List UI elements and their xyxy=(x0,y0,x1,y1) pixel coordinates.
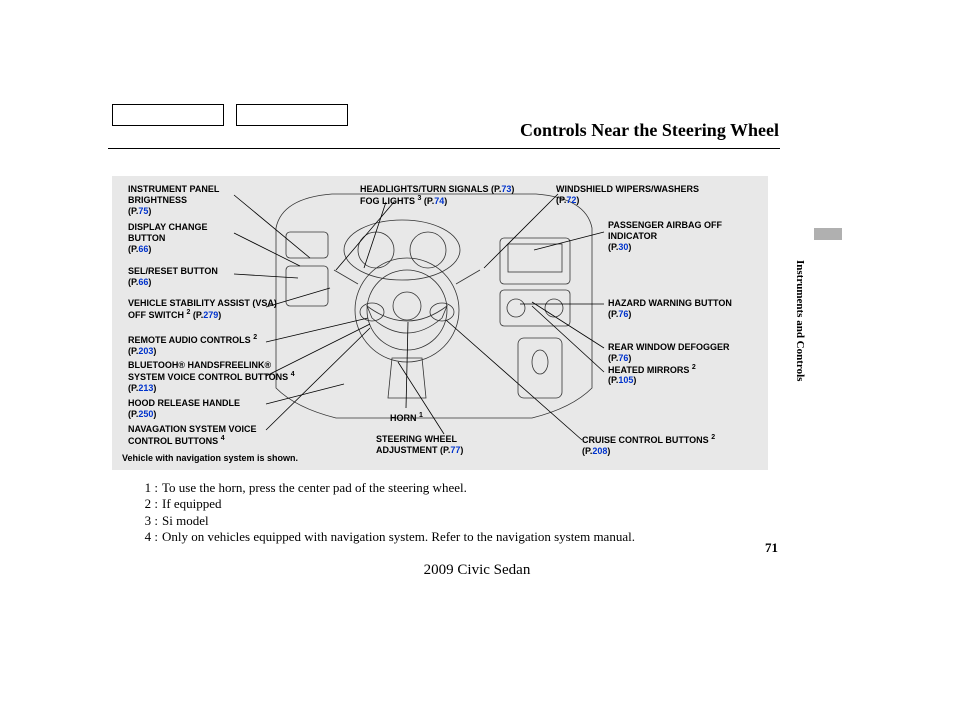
callout-label: HOOD RELEASE HANDLE xyxy=(128,398,240,408)
page-ref[interactable]: 208 xyxy=(592,446,607,456)
callout-label: FOG LIGHTS xyxy=(360,196,415,206)
callout-headlights-foglights: HEADLIGHTS/TURN SIGNALS (P.73) FOG LIGHT… xyxy=(360,184,550,207)
callout-wipers-washers: WINDSHIELD WIPERS/WASHERS (P.72) xyxy=(556,184,736,206)
callout-hood-release-handle: HOOD RELEASE HANDLE (P.250) xyxy=(128,398,278,420)
header-box-2 xyxy=(236,104,348,126)
footnote-num: 3 xyxy=(145,513,152,528)
callout-steering-wheel-adjustment: STEERING WHEEL ADJUSTMENT (P.77) xyxy=(376,434,516,456)
dashboard-svg xyxy=(272,188,596,432)
page-ref[interactable]: 77 xyxy=(450,445,460,455)
callout-sup: 4 xyxy=(291,371,295,378)
title-rule xyxy=(108,148,780,149)
header-empty-boxes xyxy=(112,104,348,126)
page-number: 71 xyxy=(765,540,778,556)
callout-label: HEATED MIRRORS xyxy=(608,365,689,375)
callout-sup: 2 xyxy=(692,364,696,371)
callout-label: HORN xyxy=(390,413,417,423)
section-tab-label: Instruments and Controls xyxy=(794,260,806,381)
page-ref[interactable]: 73 xyxy=(501,184,511,194)
callout-sup: 1 xyxy=(419,412,423,419)
callout-label: SEL/RESET BUTTON xyxy=(128,266,218,276)
footnote-text: Si model xyxy=(162,513,209,529)
callout-label: DISPLAY CHANGE BUTTON xyxy=(128,222,208,243)
callout-sup: 2 xyxy=(253,334,257,341)
page-ref[interactable]: 76 xyxy=(618,309,628,319)
page-ref[interactable]: 76 xyxy=(618,353,628,363)
footnote-3: 3 : Si model xyxy=(136,513,635,529)
diagram-panel: INSTRUMENT PANEL BRIGHTNESS (P.75) DISPL… xyxy=(112,176,768,470)
footnote-1: 1 : To use the horn, press the center pa… xyxy=(136,480,635,496)
footnote-num: 1 xyxy=(145,480,152,495)
callout-remote-audio-controls: REMOTE AUDIO CONTROLS 2 (P.203) xyxy=(128,334,278,357)
page-title: Controls Near the Steering Wheel xyxy=(520,120,779,141)
page-ref[interactable]: 213 xyxy=(138,383,153,393)
callout-label: PASSENGER AIRBAG OFF INDICATOR xyxy=(608,220,722,241)
footnote-num: 4 xyxy=(145,529,152,544)
callout-hazard-warning-button: HAZARD WARNING BUTTON (P.76) xyxy=(608,298,768,320)
callout-cruise-control-buttons: CRUISE CONTROL BUTTONS 2 (P.208) xyxy=(582,434,752,457)
callout-sup: 2 xyxy=(711,434,715,441)
footnote-4: 4 : Only on vehicles equipped with navig… xyxy=(136,529,635,545)
callout-sel-reset-button: SEL/RESET BUTTON (P.66) xyxy=(128,266,238,288)
footnote-2: 2 : If equipped xyxy=(136,496,635,512)
callout-label: REMOTE AUDIO CONTROLS xyxy=(128,335,251,345)
page-ref[interactable]: 203 xyxy=(138,346,153,356)
page-ref[interactable]: 30 xyxy=(618,242,628,252)
callout-label: HEADLIGHTS/TURN SIGNALS xyxy=(360,184,489,194)
callout-label: STEERING WHEEL ADJUSTMENT xyxy=(376,434,457,455)
callout-label: BLUETOOH® HANDSFREELINK® SYSTEM VOICE CO… xyxy=(128,360,288,382)
callout-label: WINDSHIELD WIPERS/WASHERS xyxy=(556,184,699,194)
callout-sup: 3 xyxy=(418,195,422,202)
header-box-1 xyxy=(112,104,224,126)
callout-display-change-button: DISPLAY CHANGE BUTTON (P.66) xyxy=(128,222,238,254)
callout-sup: 4 xyxy=(221,435,225,442)
page-ref[interactable]: 250 xyxy=(138,409,153,419)
page-ref[interactable]: 72 xyxy=(566,195,576,205)
page-ref[interactable]: 74 xyxy=(434,196,444,206)
diagram-note: Vehicle with navigation system is shown. xyxy=(122,453,298,463)
footnotes: 1 : To use the horn, press the center pa… xyxy=(136,480,635,545)
footnote-num: 2 xyxy=(145,496,152,511)
model-line: 2009 Civic Sedan xyxy=(0,562,954,579)
callout-label: REAR WINDOW DEFOGGER xyxy=(608,342,730,352)
callout-passenger-airbag-off: PASSENGER AIRBAG OFF INDICATOR (P.30) xyxy=(608,220,758,252)
callout-bluetooth-hfl-buttons: BLUETOOH® HANDSFREELINK® SYSTEM VOICE CO… xyxy=(128,360,296,393)
footnote-text: If equipped xyxy=(162,496,222,512)
page-ref[interactable]: 75 xyxy=(138,206,148,216)
callout-nav-voice-buttons: NAVAGATION SYSTEM VOICE CONTROL BUTTONS … xyxy=(128,424,288,447)
callout-label: INSTRUMENT PANEL BRIGHTNESS xyxy=(128,184,219,205)
callout-rear-defogger-heated-mirrors: REAR WINDOW DEFOGGER (P.76) HEATED MIRRO… xyxy=(608,342,768,386)
footnote-text: To use the horn, press the center pad of… xyxy=(162,480,467,496)
page-ref[interactable]: 105 xyxy=(618,375,633,385)
footnote-text: Only on vehicles equipped with navigatio… xyxy=(162,529,635,545)
callout-label: NAVAGATION SYSTEM VOICE CONTROL BUTTONS xyxy=(128,424,257,446)
dashboard-illustration xyxy=(272,188,596,432)
callout-horn: HORN 1 xyxy=(390,412,423,424)
callout-label: HAZARD WARNING BUTTON xyxy=(608,298,732,308)
callout-vsa-off-switch: VEHICLE STABILITY ASSIST (VSA) OFF SWITC… xyxy=(128,298,278,321)
callout-instrument-panel-brightness: INSTRUMENT PANEL BRIGHTNESS (P.75) xyxy=(128,184,254,216)
callout-sup: 2 xyxy=(187,309,191,316)
page-ref[interactable]: 279 xyxy=(203,310,218,320)
page-ref[interactable]: 66 xyxy=(138,244,148,254)
page-ref[interactable]: 66 xyxy=(138,277,148,287)
section-tab-marker xyxy=(814,228,842,240)
callout-label: CRUISE CONTROL BUTTONS xyxy=(582,435,709,445)
